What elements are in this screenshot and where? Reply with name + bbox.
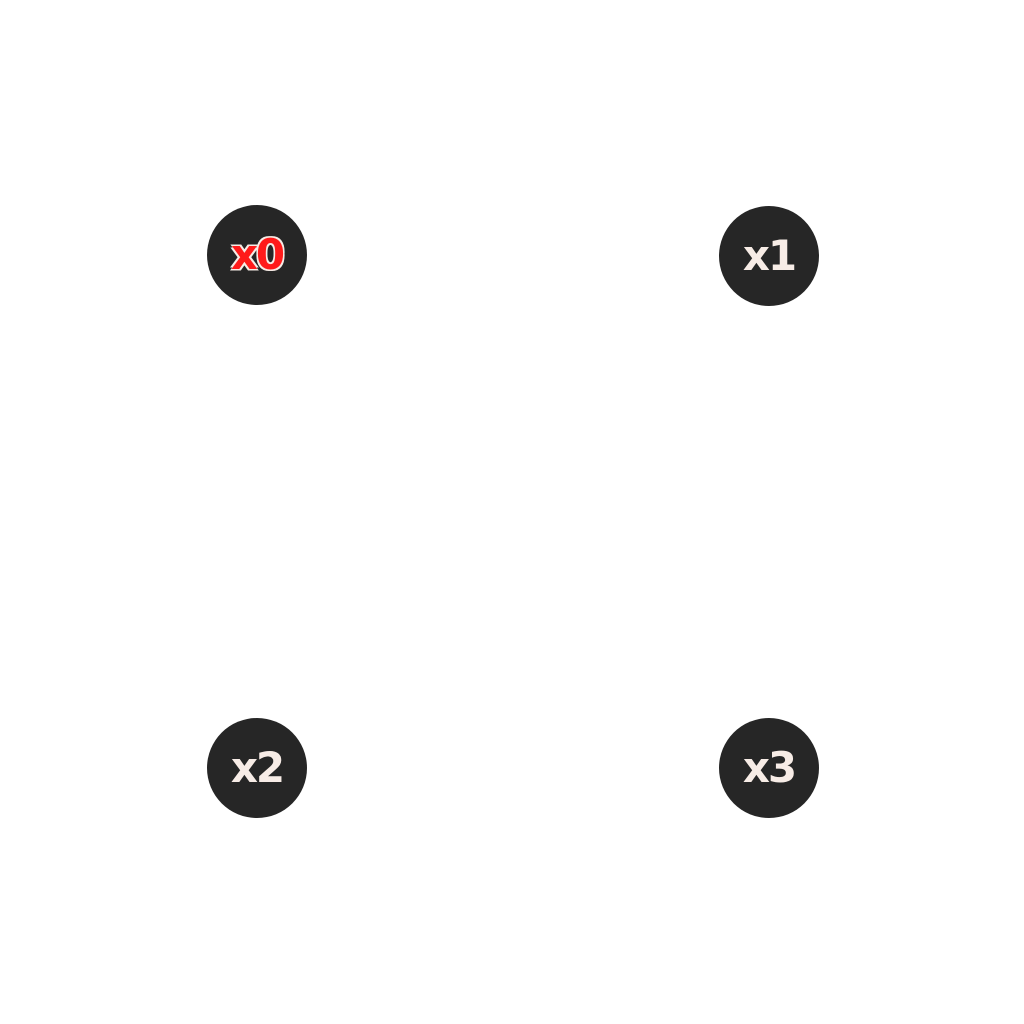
multiplier-button-x3[interactable]: x3 <box>719 718 819 818</box>
multiplier-label: x3 <box>742 743 797 792</box>
multiplier-label: x2 <box>230 743 285 792</box>
multiplier-button-x0[interactable]: x0 <box>207 205 307 305</box>
multiplier-button-x1[interactable]: x1 <box>719 206 819 306</box>
canvas: x0 x1 x2 x3 <box>0 0 1024 1024</box>
multiplier-label: x0 <box>230 230 285 279</box>
multiplier-label: x1 <box>742 231 797 280</box>
multiplier-button-x2[interactable]: x2 <box>207 718 307 818</box>
